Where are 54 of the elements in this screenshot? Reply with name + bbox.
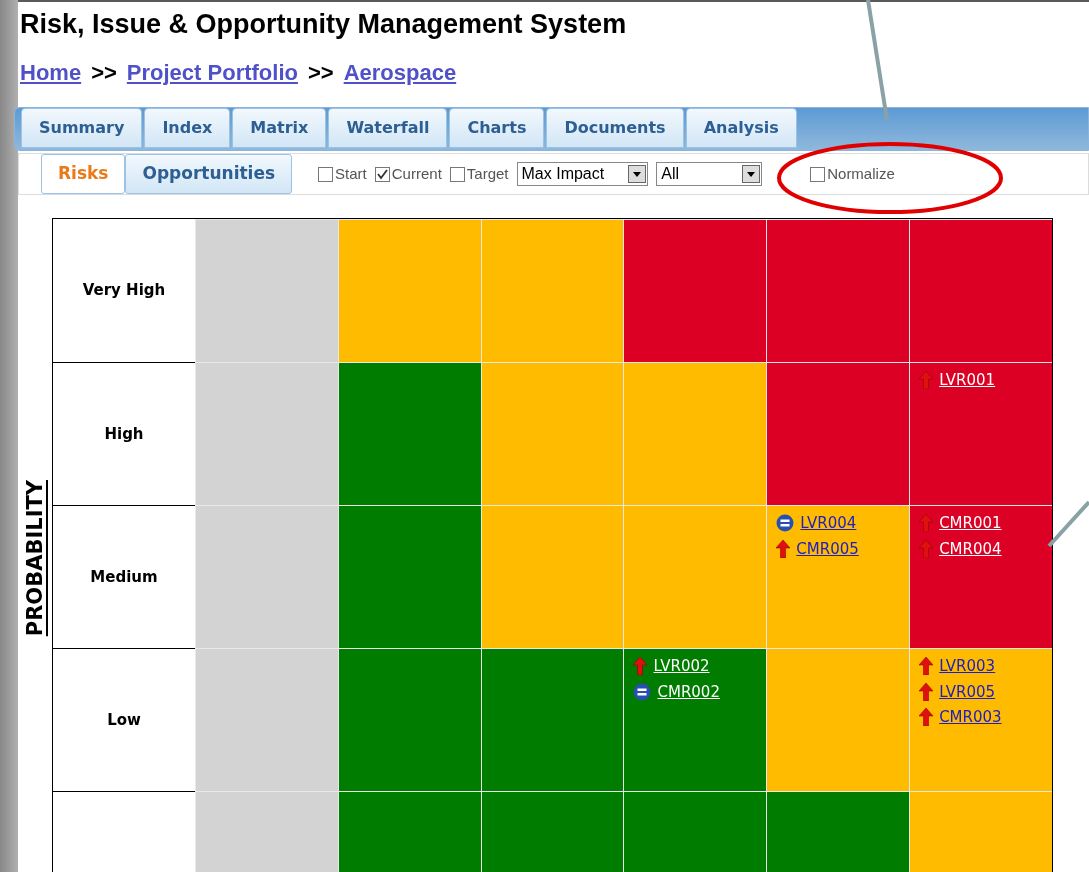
risk-link[interactable]: CMR002 <box>657 680 720 703</box>
risk-link[interactable]: LVR005 <box>939 680 996 703</box>
tab[interactable]: Summary <box>21 108 143 148</box>
dropdown-caret-icon <box>742 165 761 183</box>
dropdown[interactable]: All <box>656 162 763 186</box>
risk-link[interactable]: LVR004 <box>800 512 857 535</box>
checkbox[interactable] <box>374 166 390 182</box>
tab[interactable]: Waterfall <box>328 108 448 148</box>
checkbox-label: Target <box>466 163 509 184</box>
up-arrow-icon <box>919 657 934 676</box>
risk-link[interactable]: CMR003 <box>939 706 1002 729</box>
tab[interactable]: Index <box>144 108 231 148</box>
up-arrow-icon <box>919 514 934 533</box>
breadcrumb-link[interactable]: Project Portfolio <box>126 56 298 89</box>
checkbox[interactable] <box>318 166 334 182</box>
tab[interactable]: Matrix <box>232 108 327 148</box>
tab[interactable]: Charts <box>449 108 545 148</box>
checkbox-label: Current <box>391 163 442 184</box>
up-arrow-icon <box>919 708 934 727</box>
dropdown-caret-icon <box>628 165 647 183</box>
risk-link[interactable]: CMR004 <box>939 537 1002 560</box>
risk-link[interactable]: LVR002 <box>653 655 710 678</box>
equals-icon <box>776 514 795 533</box>
checkbox[interactable] <box>449 166 465 182</box>
tab[interactable]: Analysis <box>685 108 797 148</box>
breadcrumb-link[interactable]: Aerospace <box>343 56 457 89</box>
row-label: Medium <box>90 566 158 588</box>
risk-link[interactable]: LVR003 <box>939 655 996 678</box>
up-arrow-icon <box>776 539 791 558</box>
breadcrumb-separator: >> <box>307 59 334 87</box>
equals-icon <box>633 682 652 701</box>
row-label: Low <box>107 709 141 731</box>
check-icon <box>376 168 388 180</box>
checkbox-label: Normalize <box>827 163 895 184</box>
tab[interactable]: Documents <box>546 108 684 148</box>
risk-link[interactable]: LVR001 <box>939 369 996 392</box>
risk-link[interactable]: CMR005 <box>796 537 859 560</box>
callout-line <box>1046 500 1089 548</box>
up-arrow-icon <box>633 657 648 676</box>
dropdown[interactable]: Max Impact <box>516 162 649 186</box>
row-label: Very High <box>82 280 166 302</box>
axis-label: PROBABILITY <box>24 480 46 637</box>
breadcrumb-separator: >> <box>91 59 117 87</box>
up-arrow-icon <box>919 371 934 390</box>
up-arrow-icon <box>919 682 934 701</box>
breadcrumb-link[interactable]: Home <box>20 56 82 89</box>
page-title: Risk, Issue & Opportunity Management System <box>20 8 628 41</box>
up-arrow-icon <box>919 539 934 558</box>
subtab[interactable]: Opportunities <box>125 154 293 194</box>
row-label: High <box>104 423 144 445</box>
subtab[interactable]: Risks <box>41 154 126 194</box>
checkbox[interactable] <box>810 166 826 182</box>
checkbox-label: Start <box>335 163 367 184</box>
risk-link[interactable]: CMR001 <box>939 512 1002 535</box>
